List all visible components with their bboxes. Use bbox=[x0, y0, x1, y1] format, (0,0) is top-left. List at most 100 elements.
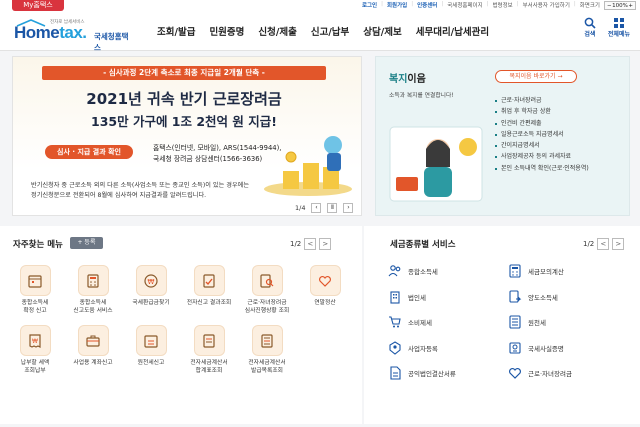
favorite-item[interactable]: 원천세신고 bbox=[122, 325, 180, 375]
my-hometax-button[interactable]: My홈택스 bbox=[12, 0, 64, 11]
briefcase-icon bbox=[86, 335, 100, 347]
nav-tax-agent[interactable]: 세무대리/납세관리 bbox=[409, 24, 496, 38]
favorite-item[interactable]: 전자세금계산서 합계표조회 bbox=[180, 325, 238, 375]
favorite-item[interactable]: 전자세금계산서 발급목록조회 bbox=[238, 325, 296, 375]
banner-title: 2021년 귀속 반기 근로장려금 bbox=[86, 90, 282, 108]
id-badge-icon bbox=[389, 340, 401, 355]
search-button[interactable]: 검색 bbox=[584, 17, 596, 38]
cert-center-link[interactable]: 인증센터 bbox=[417, 1, 437, 9]
banner-next-button[interactable]: › bbox=[343, 203, 354, 213]
people-icon bbox=[388, 265, 401, 277]
login-link[interactable]: 로그인 bbox=[362, 1, 377, 9]
calendar-icon bbox=[28, 274, 42, 288]
favorite-pager: 1/2 < > bbox=[290, 238, 332, 250]
utility-links: 로그인 | 회원가입 | 인증센터 | 국세청홈페이지 | 법령정보 | 부서사용자 가입… bbox=[361, 1, 600, 9]
favorite-item[interactable]: 연말정산 bbox=[296, 265, 354, 315]
welfare-list-item[interactable]: 근로·자녀장려금 bbox=[495, 95, 589, 106]
service-item[interactable]: 사업자등록 bbox=[388, 340, 508, 356]
banner-pager: 1/4 ‹ Ⅱ › bbox=[295, 203, 354, 213]
service-item[interactable]: 양도소득세 bbox=[508, 289, 628, 305]
dept-user-signup-link[interactable]: 부서사용자 가입하기 bbox=[523, 1, 570, 9]
favorite-next-button[interactable]: > bbox=[319, 238, 332, 250]
service-item[interactable]: 공익법인결산서류 bbox=[388, 365, 508, 381]
zoom-plus-icon[interactable]: + bbox=[628, 3, 633, 9]
favorite-item[interactable]: 종합소득세 확정 신고 bbox=[6, 265, 64, 315]
signup-link[interactable]: 회원가입 bbox=[387, 1, 407, 9]
document-search-icon bbox=[260, 273, 274, 288]
zoom-value: 100% bbox=[612, 2, 628, 9]
favorite-item[interactable]: 전자신고 결과조회 bbox=[180, 265, 238, 315]
certificate-icon bbox=[509, 341, 521, 354]
service-item[interactable]: 국세사실증명 bbox=[508, 340, 628, 356]
nav-report-pay[interactable]: 신고/납부 bbox=[304, 24, 356, 38]
service-prev-button[interactable]: < bbox=[597, 238, 610, 250]
logo-wordmark: Hometax. bbox=[14, 23, 87, 42]
header: 전자로 납세서비스 Hometax. 국세청홈택스 조회/발급 민원증명 신청/… bbox=[0, 11, 640, 52]
favorite-prev-button[interactable]: < bbox=[304, 238, 317, 250]
transfer-doc-icon bbox=[509, 289, 522, 303]
welfare-list-item[interactable]: 사업장제공자 등의 과세자료 bbox=[495, 151, 589, 162]
service-item[interactable]: 종합소득세 bbox=[388, 263, 508, 279]
document-check-icon bbox=[203, 273, 215, 288]
search-icon bbox=[584, 17, 596, 29]
nts-homepage-link[interactable]: 국세청홈페이지 bbox=[447, 1, 482, 9]
service-page-indicator: 1/2 bbox=[583, 240, 595, 248]
nav-lookup-issue[interactable]: 조회/발급 bbox=[150, 24, 202, 38]
welfare-list-item[interactable]: 일용근로소득 지급명세서 bbox=[495, 129, 589, 140]
welfare-list-item[interactable]: 인건비 간편제출 bbox=[495, 118, 589, 129]
all-menu-button[interactable]: 전체메뉴 bbox=[608, 17, 630, 38]
welfare-list-item[interactable]: 취업 후 학자금 상환 bbox=[495, 106, 589, 117]
receipt-icon: ₩ bbox=[29, 333, 41, 348]
zoom-control[interactable]: − 100% + bbox=[604, 1, 636, 10]
calculator-icon bbox=[87, 273, 99, 288]
result-check-button[interactable]: 심사 · 지급 결과 확인 bbox=[45, 145, 133, 159]
banner-page-indicator: 1/4 bbox=[295, 204, 306, 212]
won-coin-icon: ₩ bbox=[144, 273, 158, 288]
tax-service-title: 세금종류별 서비스 bbox=[390, 240, 456, 250]
ledger-icon bbox=[509, 315, 521, 329]
law-info-link[interactable]: 법령정보 bbox=[492, 1, 512, 9]
screen-size-label: 화면크기 bbox=[579, 3, 600, 9]
favorite-item[interactable]: ₩ 국세환급금찾기 bbox=[122, 265, 180, 315]
welfare-title: 복지이음 bbox=[389, 74, 426, 85]
favorite-item[interactable]: 근로·자녀장려금 심사진행상황 조회 bbox=[238, 265, 296, 315]
banner-pause-button[interactable]: Ⅱ bbox=[327, 203, 338, 213]
service-pager: 1/2 < > bbox=[583, 238, 625, 250]
grid-menu-icon bbox=[613, 18, 624, 28]
service-item[interactable]: 소비제세 bbox=[388, 314, 508, 330]
favorite-menu-grid: 종합소득세 확정 신고 종합소득세 신고도움 서비스 ₩ 국세환급금찾기 전자신… bbox=[6, 265, 356, 375]
welfare-shortcut-button[interactable]: 복지이음 바로가기 → bbox=[495, 70, 577, 83]
favorite-menu-panel: 자주찾는 메뉴 + 등록 1/2 < > 종합소득세 확정 신고 종합소득세 신… bbox=[0, 226, 362, 424]
welfare-link-panel: 복지이음 소득과 복지를 연결합니다! 복지이음 바로가기 → 근로·자녀장려금… bbox=[375, 56, 630, 216]
heart-hand-icon bbox=[319, 275, 331, 287]
file-icon bbox=[390, 366, 401, 380]
calendar-doc-icon bbox=[144, 334, 158, 348]
heart-icon bbox=[509, 368, 521, 379]
favorite-item[interactable]: 종합소득세 신고도움 서비스 bbox=[64, 265, 122, 315]
header-tools: 검색 전체메뉴 bbox=[584, 17, 630, 38]
service-item[interactable]: 법인세 bbox=[388, 289, 508, 305]
hometax-logo[interactable]: 전자로 납세서비스 Hometax. 국세청홈택스 bbox=[14, 19, 134, 52]
service-item[interactable]: 근로·자녀장려금 bbox=[508, 365, 628, 381]
favorite-item[interactable]: 사업용 계좌신고 bbox=[64, 325, 122, 375]
favorite-page-indicator: 1/2 bbox=[290, 240, 302, 248]
tax-service-grid: 종합소득세 세금모의계산 법인세 양도소득세 소비제세 원천세 사업자등록 국세… bbox=[388, 263, 628, 381]
zoom-minus-icon[interactable]: − bbox=[607, 3, 612, 9]
nav-apply-submit[interactable]: 신청/제출 bbox=[251, 24, 303, 38]
main-banner[interactable]: - 심사과정 2단계 축소로 최종 지급일 2개월 단축 - 2021년 귀속 … bbox=[12, 56, 362, 216]
welfare-list: 근로·자녀장려금 취업 후 학자금 상환 인건비 간편제출 일용근로소득 지급명… bbox=[495, 95, 589, 174]
welfare-list-item[interactable]: 간이지급명세서 bbox=[495, 140, 589, 151]
service-item[interactable]: 원천세 bbox=[508, 314, 628, 330]
welfare-list-item[interactable]: 본인 소득내역 확인(근로·인적용역) bbox=[495, 163, 589, 174]
favorite-register-button[interactable]: + 등록 bbox=[70, 237, 103, 249]
main-navigation: 조회/발급 민원증명 신청/제출 신고/납부 상담/제보 세무대리/납세관리 bbox=[150, 24, 496, 38]
invoice-list-icon bbox=[261, 333, 273, 348]
building-icon bbox=[390, 290, 400, 304]
service-next-button[interactable]: > bbox=[612, 238, 625, 250]
nav-consult-report[interactable]: 상담/제보 bbox=[356, 24, 408, 38]
banner-notice: 반기신청자 중 근로소득 외의 다른 소득(사업소득 또는 종교인 소득)이 있… bbox=[31, 182, 250, 199]
banner-prev-button[interactable]: ‹ bbox=[311, 203, 322, 213]
favorite-item[interactable]: ₩ 납부할 세액 조회납부 bbox=[6, 325, 64, 375]
service-item[interactable]: 세금모의계산 bbox=[508, 263, 628, 279]
nav-civil-cert[interactable]: 민원증명 bbox=[202, 24, 251, 38]
